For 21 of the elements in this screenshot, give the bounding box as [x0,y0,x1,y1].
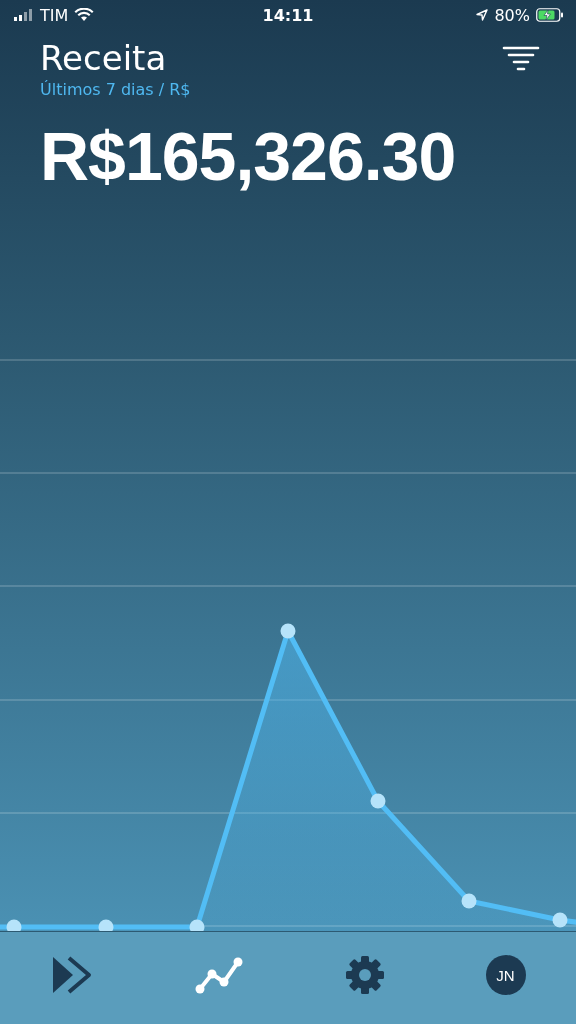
revenue-total: R$165,326.30 [40,117,457,195]
chart-point [370,793,386,809]
chart-point [552,912,568,928]
chart-tab[interactable] [193,955,244,995]
settings-tab[interactable] [344,955,385,995]
forward-tab[interactable] [50,955,93,995]
chart-point [98,919,114,931]
chart-point [280,623,296,639]
avatar-tab[interactable]: JN [485,955,526,995]
location-arrow-icon [476,9,489,21]
clock-time: 14:11 [262,5,314,25]
chart-point [461,893,477,909]
carrier-name: TIM [40,5,69,25]
chart-point [189,919,205,931]
chart-point [6,919,22,931]
filter-button[interactable] [502,45,540,71]
battery-percent: 80% [494,5,530,25]
period-label: Últimos 7 dias / R$ [40,80,192,99]
wifi-icon [74,8,95,22]
page-title: Receita [40,38,167,78]
signal-icon [14,9,34,21]
